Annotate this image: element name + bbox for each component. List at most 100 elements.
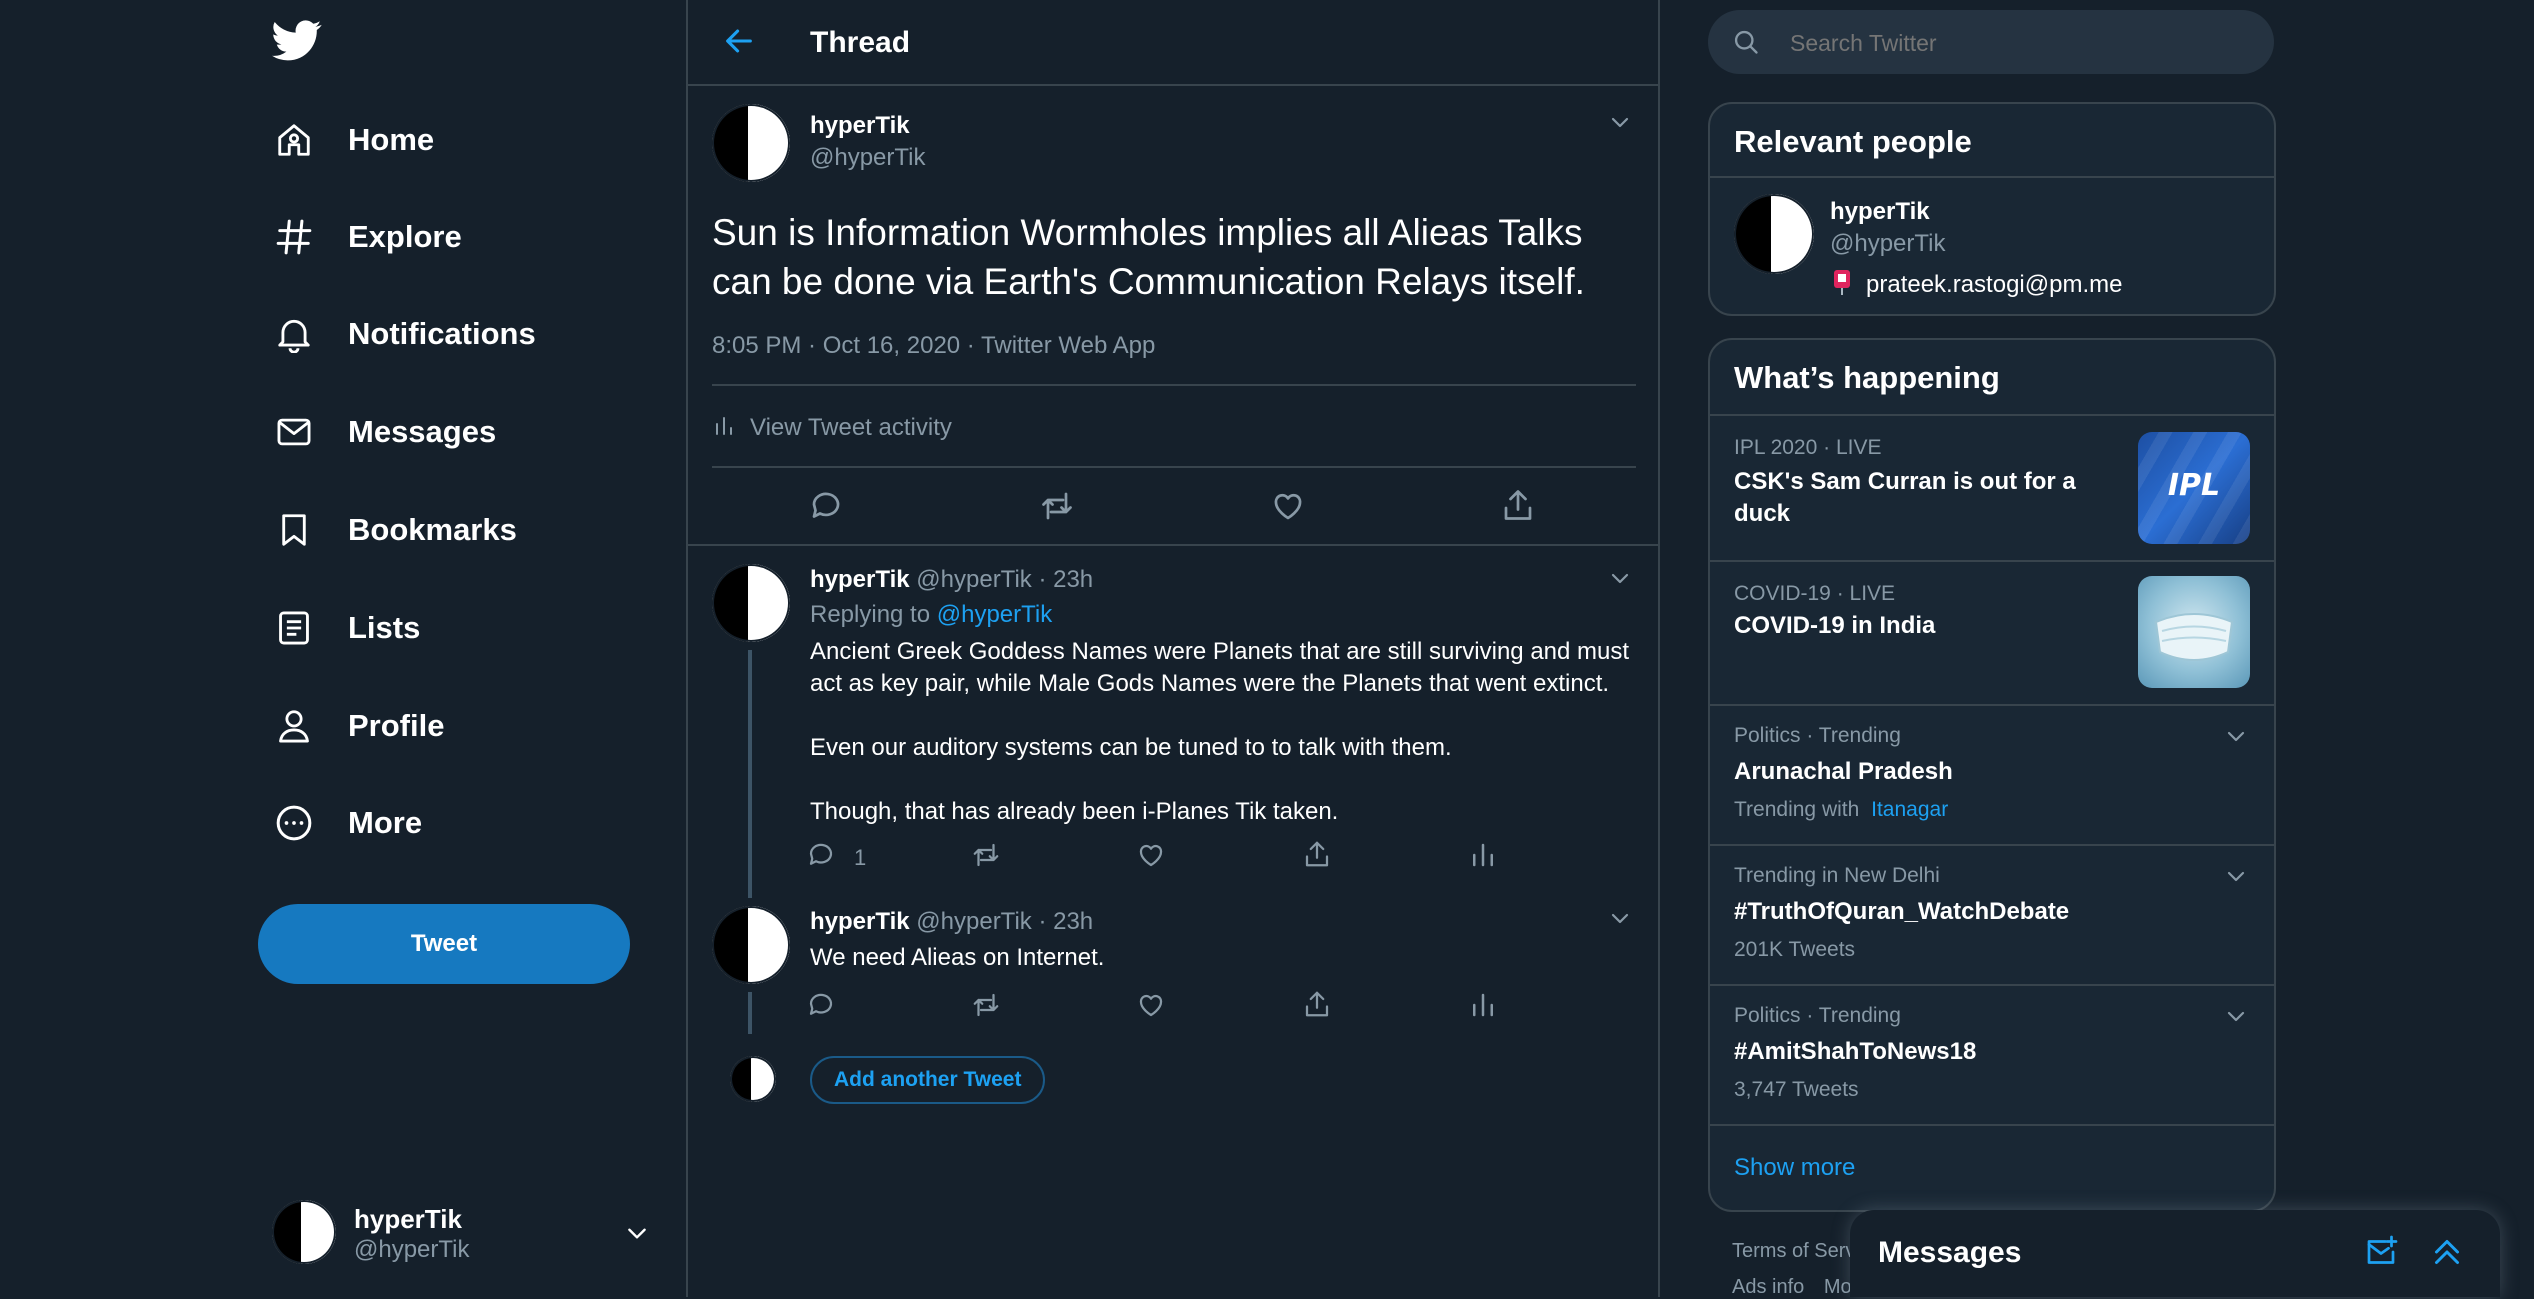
share-icon[interactable]	[1500, 486, 1536, 529]
nav-notifications[interactable]: Notifications	[272, 304, 536, 364]
reply-text-line: act as key pair, while Male Gods Names w…	[810, 670, 1610, 697]
tweet-button[interactable]: Tweet	[258, 904, 630, 984]
nav-more-label: More	[348, 805, 423, 840]
trend-item[interactable]: Trending in New Delhi #TruthOfQuran_Watc…	[1710, 846, 2274, 984]
trend-item[interactable]: Politics · Trending Arunachal Pradesh Tr…	[1710, 706, 2274, 844]
nav-bookmarks[interactable]: Bookmarks	[272, 500, 517, 560]
person-icon	[272, 704, 316, 748]
account-handle: @hyperTik	[354, 1236, 470, 1263]
search-icon	[1732, 28, 1760, 61]
view-tweet-activity-label: View Tweet activity	[750, 414, 952, 441]
divider	[1710, 1124, 2274, 1126]
chevron-down-icon[interactable]	[2224, 1004, 2248, 1028]
search-input[interactable]	[1788, 22, 2252, 64]
main-tweet-meta[interactable]: 8:05 PM · Oct 16, 2020 · Twitter Web App	[712, 332, 1155, 360]
show-more-link[interactable]: Show more	[1734, 1154, 1855, 1182]
trend-item[interactable]: Politics · Trending #AmitShahToNews18 3,…	[1710, 986, 2274, 1124]
tweet-options-chevron-icon[interactable]	[1608, 110, 1632, 134]
nav-explore[interactable]: Explore	[272, 207, 462, 267]
like-icon[interactable]	[1270, 488, 1306, 529]
thread-line	[748, 992, 752, 1034]
trend-title: CSK's Sam Curran is out for a duck	[1734, 466, 2076, 530]
reply-avatar[interactable]	[712, 564, 790, 642]
mailbox-icon	[1830, 268, 1854, 301]
account-switcher[interactable]: hyperTik @hyperTik	[272, 1196, 662, 1268]
relevant-people-panel: Relevant people hyperTik @hyperTik prate…	[1708, 102, 2276, 316]
nav-messages[interactable]: Messages	[272, 402, 496, 462]
analytics-icon[interactable]	[1468, 840, 1498, 875]
analytics-icon[interactable]	[1468, 990, 1498, 1025]
reply-options-chevron-icon[interactable]	[1608, 566, 1632, 590]
relevant-people-title: Relevant people	[1734, 124, 1972, 159]
footer-terms-link[interactable]: Terms of Serv	[1732, 1240, 1855, 1263]
nav-home-label: Home	[348, 122, 435, 157]
like-icon[interactable]	[1136, 840, 1166, 875]
add-another-tweet-button[interactable]: Add another Tweet	[810, 1056, 1046, 1104]
whats-happening-title: What’s happening	[1734, 360, 2000, 395]
nav-more[interactable]: More	[272, 793, 422, 853]
home-icon	[272, 118, 316, 162]
compose-avatar	[730, 1056, 776, 1102]
trend-item[interactable]: IPL 2020 · LIVE CSK's Sam Curran is out …	[1710, 416, 2274, 560]
replying-to: Replying to @hyperTik	[810, 601, 1052, 629]
reply-name[interactable]: hyperTik	[810, 908, 910, 935]
nav-home[interactable]: Home	[272, 110, 434, 170]
main-tweet-name[interactable]: hyperTik	[810, 112, 910, 140]
back-arrow-icon[interactable]	[722, 24, 756, 63]
trend-item[interactable]: COVID-19 · LIVE COVID-19 in India	[1710, 562, 2274, 704]
main-tweet-text-line: Sun is Information Wormholes implies all…	[712, 212, 1583, 253]
nav-profile[interactable]: Profile	[272, 696, 444, 756]
nav-lists[interactable]: Lists	[272, 598, 420, 658]
relevant-person-handle[interactable]: @hyperTik	[1830, 230, 1946, 258]
reply-handle-time[interactable]: @hyperTik · 23h	[916, 566, 1093, 593]
trend-category: Politics · Trending	[1734, 1004, 1901, 1027]
retweet-icon[interactable]	[1038, 488, 1076, 529]
share-icon[interactable]	[1302, 838, 1332, 875]
trend-subtitle: Trending with Itanagar	[1734, 798, 1948, 822]
trend-category: Politics · Trending	[1734, 724, 1901, 747]
chevron-down-icon[interactable]	[2224, 864, 2248, 888]
retweet-icon[interactable]	[970, 990, 1002, 1025]
twitter-logo-icon[interactable]	[272, 20, 322, 66]
relevant-person-name[interactable]: hyperTik	[1830, 198, 1930, 226]
share-icon[interactable]	[1302, 988, 1332, 1025]
reply-name[interactable]: hyperTik	[810, 566, 910, 593]
reply-text-line: Even our auditory systems can be tuned t…	[810, 734, 1452, 761]
trend-title: COVID-19 in India	[1734, 612, 1936, 639]
trend-tweet-count: 3,747 Tweets	[1734, 1078, 1859, 1101]
trend-sub-link[interactable]: Itanagar	[1871, 798, 1948, 821]
reply-options-chevron-icon[interactable]	[1608, 906, 1632, 930]
main-tweet-handle[interactable]: @hyperTik	[810, 144, 926, 172]
relevant-person-avatar[interactable]	[1734, 194, 1814, 274]
new-message-icon[interactable]	[2362, 1234, 2400, 1275]
reply-icon[interactable]	[806, 990, 836, 1025]
reply-text: We need Alieas on Internet.	[810, 944, 1105, 971]
reply-handle-time[interactable]: @hyperTik · 23h	[916, 908, 1093, 935]
messages-dock[interactable]: Messages	[1850, 1210, 2500, 1297]
main-tweet-text-line: can be done via Earth's Communication Re…	[712, 261, 1585, 302]
divider	[712, 384, 1636, 386]
replying-to-link[interactable]: @hyperTik	[937, 601, 1053, 628]
view-tweet-activity[interactable]: View Tweet activity	[712, 410, 952, 446]
like-icon[interactable]	[1136, 990, 1166, 1025]
search-bar[interactable]	[1708, 10, 2274, 74]
list-icon	[272, 606, 316, 650]
chevron-down-icon[interactable]	[2224, 724, 2248, 748]
footer-ads-link[interactable]: Ads info	[1732, 1276, 1804, 1298]
footer-more-link[interactable]: Mo	[1824, 1276, 1852, 1298]
reply-icon	[806, 840, 836, 875]
trend-title-line: duck	[1734, 500, 1791, 527]
left-sidebar: Home Explore Notifications Messages Book…	[0, 0, 686, 1297]
trend-title-line: CSK's Sam Curran is out for a	[1734, 468, 2076, 495]
reply-text-line: Though, that has already been i-Planes T…	[810, 798, 1339, 825]
reply-action-reply[interactable]: 1	[806, 840, 866, 875]
retweet-icon[interactable]	[970, 840, 1002, 875]
divider	[712, 466, 1636, 468]
main-tweet-avatar[interactable]	[712, 104, 790, 182]
reply-icon[interactable]	[808, 488, 844, 529]
face-mask-image	[2138, 576, 2250, 688]
main-column: Thread hyperTik @hyperTik Sun is Informa…	[686, 0, 1660, 1297]
reply-avatar[interactable]	[712, 906, 790, 984]
chevron-double-up-icon[interactable]	[2428, 1234, 2466, 1275]
nav-notifications-label: Notifications	[348, 316, 536, 351]
